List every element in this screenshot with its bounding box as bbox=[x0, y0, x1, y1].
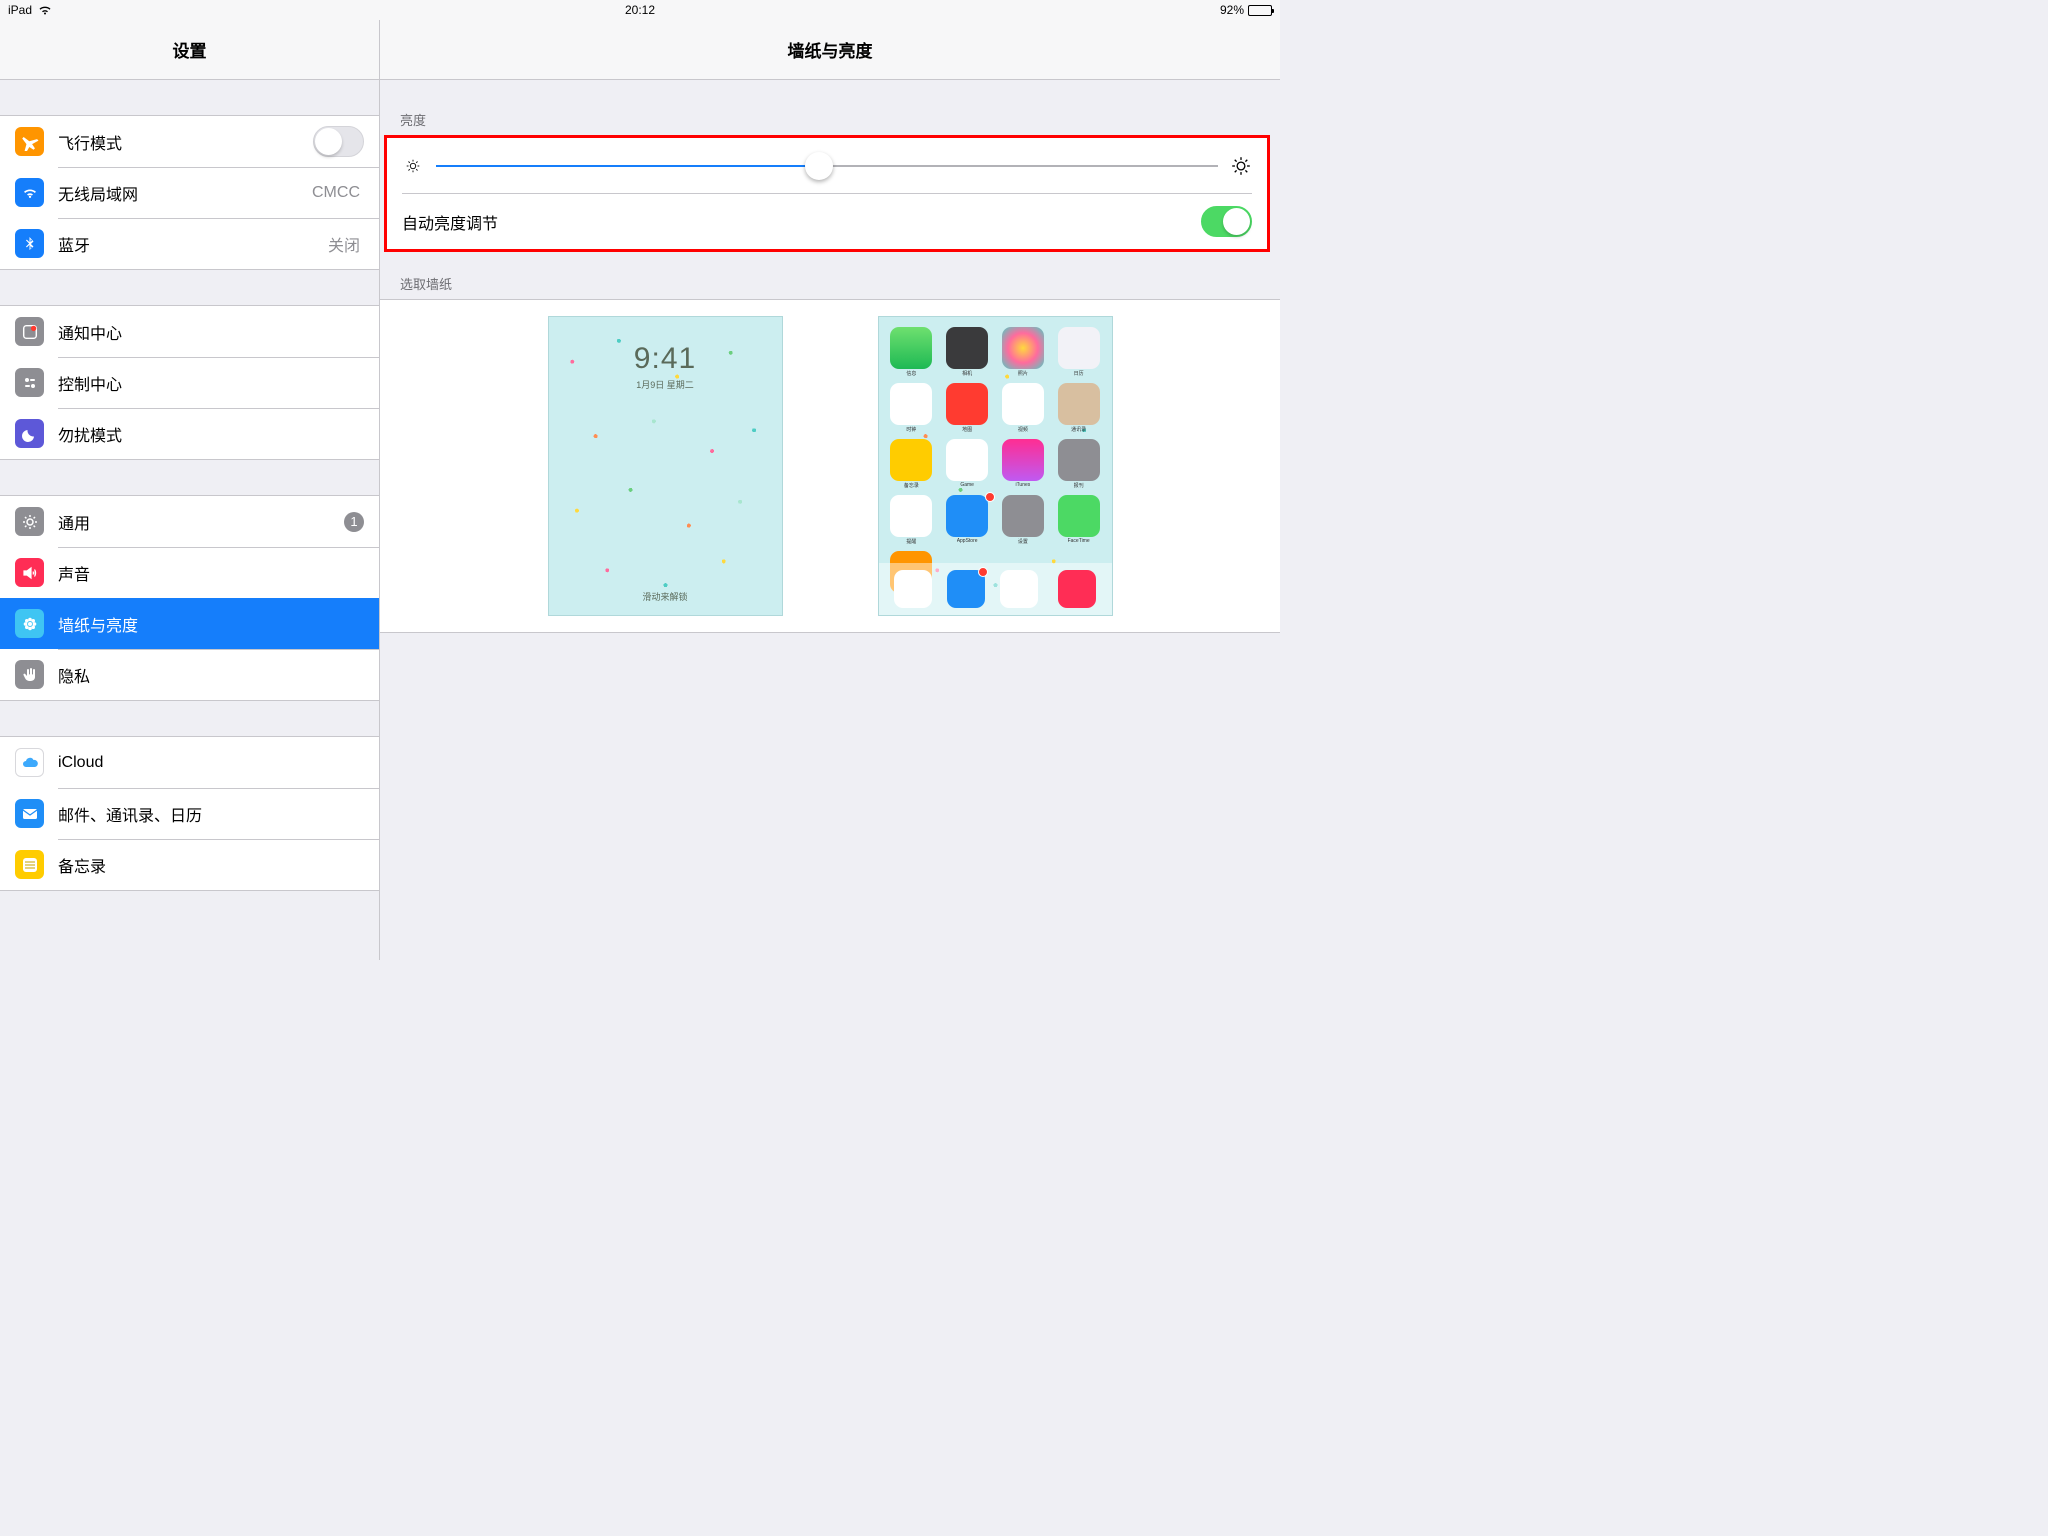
content-pane: 墙纸与亮度 亮度 bbox=[380, 20, 1280, 960]
status-time: 20:12 bbox=[0, 3, 1280, 17]
notification-icon bbox=[15, 317, 44, 346]
sidebar-group-system: 通知中心 控制中心 勿扰模式 bbox=[0, 305, 379, 460]
brightness-section-label: 亮度 bbox=[380, 102, 1280, 135]
bluetooth-label: 蓝牙 bbox=[58, 232, 328, 256]
auto-brightness-row: 自动亮度调节 bbox=[402, 194, 1252, 249]
wallpaper-section-label: 选取墙纸 bbox=[380, 266, 1280, 299]
hand-icon bbox=[15, 660, 44, 689]
control-center-icon bbox=[15, 368, 44, 397]
sidebar-item-general[interactable]: 通用 1 bbox=[0, 496, 379, 547]
sidebar-item-wallpaper[interactable]: 墙纸与亮度 bbox=[0, 598, 379, 649]
airplane-toggle[interactable] bbox=[313, 126, 364, 157]
sidebar-group-connectivity: 飞行模式 无线局域网 CMCC 蓝牙 关闭 bbox=[0, 115, 379, 270]
mail-label: 邮件、通讯录、日历 bbox=[58, 802, 364, 826]
sidebar-group-display: 通用 1 声音 墙纸与亮度 隐私 bbox=[0, 495, 379, 701]
auto-brightness-toggle[interactable] bbox=[1201, 206, 1252, 237]
bluetooth-detail: 关闭 bbox=[328, 232, 360, 256]
sidebar-item-control-center[interactable]: 控制中心 bbox=[0, 357, 379, 408]
sidebar-item-bluetooth[interactable]: 蓝牙 关闭 bbox=[0, 218, 379, 269]
general-badge: 1 bbox=[344, 512, 364, 532]
airplane-icon bbox=[15, 127, 44, 156]
bluetooth-icon bbox=[15, 229, 44, 258]
icloud-label: iCloud bbox=[58, 754, 364, 772]
settings-sidebar: 设置 飞行模式 无线局域网 CMCC 蓝牙 关 bbox=[0, 20, 380, 960]
sidebar-item-icloud[interactable]: iCloud bbox=[0, 737, 379, 788]
content-title: 墙纸与亮度 bbox=[380, 20, 1280, 80]
sidebar-item-mail[interactable]: 邮件、通讯录、日历 bbox=[0, 788, 379, 839]
wifi-detail: CMCC bbox=[312, 184, 360, 202]
wallpaper-lock-preview[interactable]: 9:41 1月9日 星期二 滑动来解锁 bbox=[548, 316, 783, 616]
brightness-slider[interactable] bbox=[436, 152, 1218, 180]
status-bar: iPad 20:12 92% bbox=[0, 0, 1280, 20]
lock-preview-date: 1月9日 星期二 bbox=[636, 378, 694, 391]
sidebar-group-services: iCloud 邮件、通讯录、日历 备忘录 bbox=[0, 736, 379, 891]
sun-high-icon bbox=[1230, 155, 1252, 177]
cloud-icon bbox=[15, 748, 44, 777]
wifi-label: 无线局域网 bbox=[58, 181, 312, 205]
wallpaper-label: 墙纸与亮度 bbox=[58, 612, 364, 636]
privacy-label: 隐私 bbox=[58, 663, 364, 687]
sidebar-item-wifi[interactable]: 无线局域网 CMCC bbox=[0, 167, 379, 218]
general-label: 通用 bbox=[58, 510, 344, 534]
control-center-label: 控制中心 bbox=[58, 371, 364, 395]
wallpaper-home-preview[interactable]: 信息 相机 照片 日历 时钟 地图 视频 通讯录 备忘录 Game iTunes… bbox=[878, 316, 1113, 616]
wallpaper-panel[interactable]: 9:41 1月9日 星期二 滑动来解锁 信息 相机 照片 日历 时钟 地图 视频… bbox=[380, 299, 1280, 633]
sun-low-icon bbox=[402, 155, 424, 177]
notes-icon bbox=[15, 850, 44, 879]
sidebar-item-privacy[interactable]: 隐私 bbox=[0, 649, 379, 700]
battery-icon bbox=[1248, 5, 1272, 16]
notifications-label: 通知中心 bbox=[58, 320, 364, 344]
sidebar-item-notifications[interactable]: 通知中心 bbox=[0, 306, 379, 357]
dnd-label: 勿扰模式 bbox=[58, 422, 364, 446]
sidebar-item-notes[interactable]: 备忘录 bbox=[0, 839, 379, 890]
gear-icon bbox=[15, 507, 44, 536]
flower-icon bbox=[15, 609, 44, 638]
sidebar-title: 设置 bbox=[0, 20, 379, 80]
lock-preview-slide: 滑动来解锁 bbox=[549, 590, 782, 603]
brightness-slider-row bbox=[402, 138, 1252, 193]
mail-icon bbox=[15, 799, 44, 828]
sidebar-item-airplane[interactable]: 飞行模式 bbox=[0, 116, 379, 167]
auto-brightness-label: 自动亮度调节 bbox=[402, 210, 498, 234]
sounds-label: 声音 bbox=[58, 561, 364, 585]
notes-label: 备忘录 bbox=[58, 853, 364, 877]
lock-preview-time: 9:41 bbox=[634, 342, 696, 376]
sidebar-item-sounds[interactable]: 声音 bbox=[0, 547, 379, 598]
sidebar-item-dnd[interactable]: 勿扰模式 bbox=[0, 408, 379, 459]
moon-icon bbox=[15, 419, 44, 448]
speaker-icon bbox=[15, 558, 44, 587]
airplane-label: 飞行模式 bbox=[58, 130, 313, 154]
wifi-settings-icon bbox=[15, 178, 44, 207]
brightness-highlight: 自动亮度调节 bbox=[384, 135, 1270, 252]
